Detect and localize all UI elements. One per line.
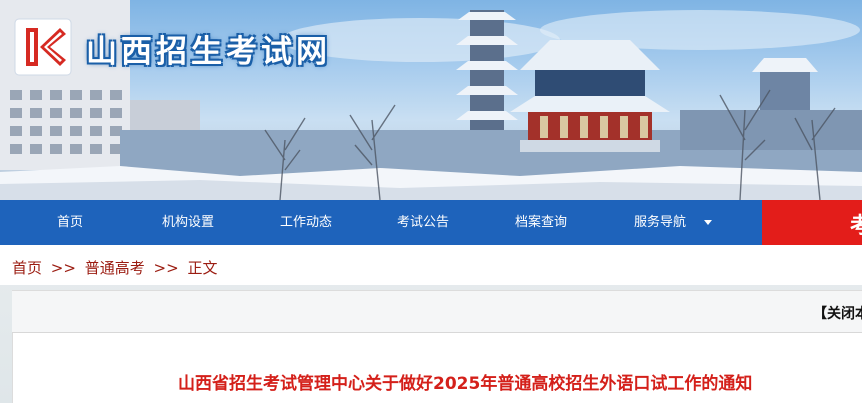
main-nav: 首页 机构设置 工作动态 考试公告 档案查询 服务导航 bbox=[0, 200, 862, 245]
article-toolbar bbox=[12, 291, 862, 332]
logo-icon[interactable] bbox=[14, 18, 72, 76]
breadcrumb-separator: >> bbox=[153, 259, 179, 277]
breadcrumb-home[interactable]: 首页 bbox=[12, 259, 42, 277]
breadcrumb-separator: >> bbox=[50, 259, 76, 277]
breadcrumb-gaokao[interactable]: 普通高考 bbox=[85, 259, 145, 277]
nav-item-work-news[interactable]: 工作动态 bbox=[268, 200, 344, 245]
nav-item-organization[interactable]: 机构设置 bbox=[150, 200, 226, 245]
caret-down-icon[interactable] bbox=[704, 220, 712, 225]
close-page-link[interactable]: 【关闭本 bbox=[813, 303, 862, 323]
toolbar-divider bbox=[12, 332, 862, 333]
breadcrumb-current: 正文 bbox=[187, 259, 218, 277]
exam-search-label: 考 bbox=[850, 214, 862, 239]
exam-search-button[interactable]: 考 bbox=[762, 200, 862, 245]
article-title: 山西省招生考试管理中心关于做好2025年普通高校招生外语口试工作的通知 bbox=[178, 374, 753, 394]
header-banner: 山西招生考试网 bbox=[0, 0, 862, 200]
breadcrumb: 首页 >> 普通高考 >> 正文 bbox=[12, 257, 221, 278]
nav-item-home[interactable]: 首页 bbox=[38, 200, 102, 245]
nav-item-archive-query[interactable]: 档案查询 bbox=[503, 200, 579, 245]
pavilion-shape bbox=[510, 40, 670, 152]
nav-item-exam-notices[interactable]: 考试公告 bbox=[385, 200, 461, 245]
site-title: 山西招生考试网 bbox=[86, 34, 331, 70]
nav-item-service-guide[interactable]: 服务导航 bbox=[622, 200, 698, 245]
